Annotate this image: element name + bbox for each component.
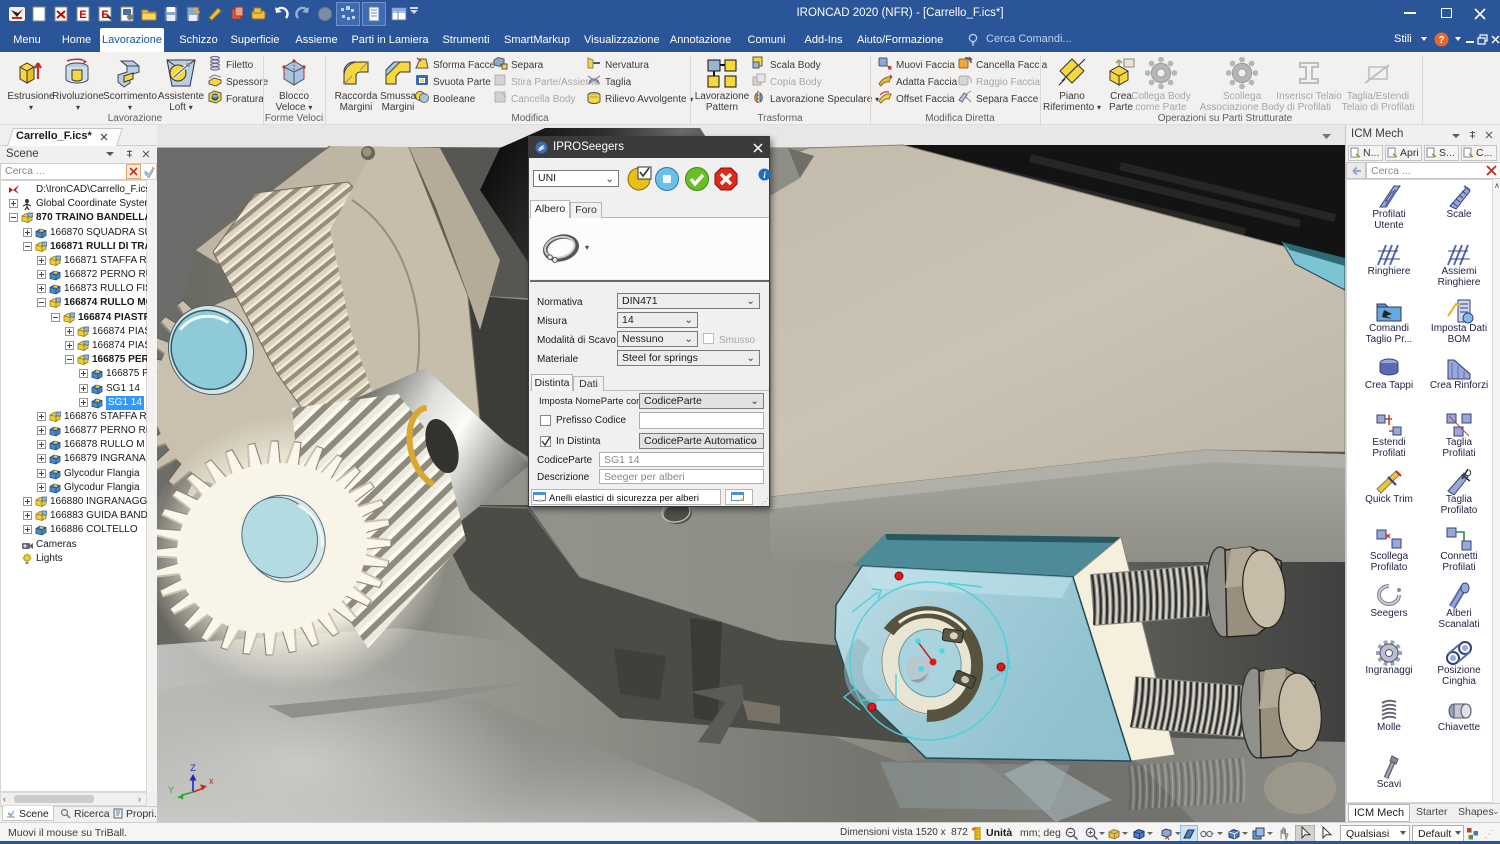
svg-text:Y: Y bbox=[168, 785, 174, 795]
svg-text:Z: Z bbox=[190, 763, 196, 773]
svg-text:E: E bbox=[79, 9, 86, 21]
svg-text:?: ? bbox=[1438, 35, 1444, 46]
svg-text:x: x bbox=[209, 776, 214, 786]
